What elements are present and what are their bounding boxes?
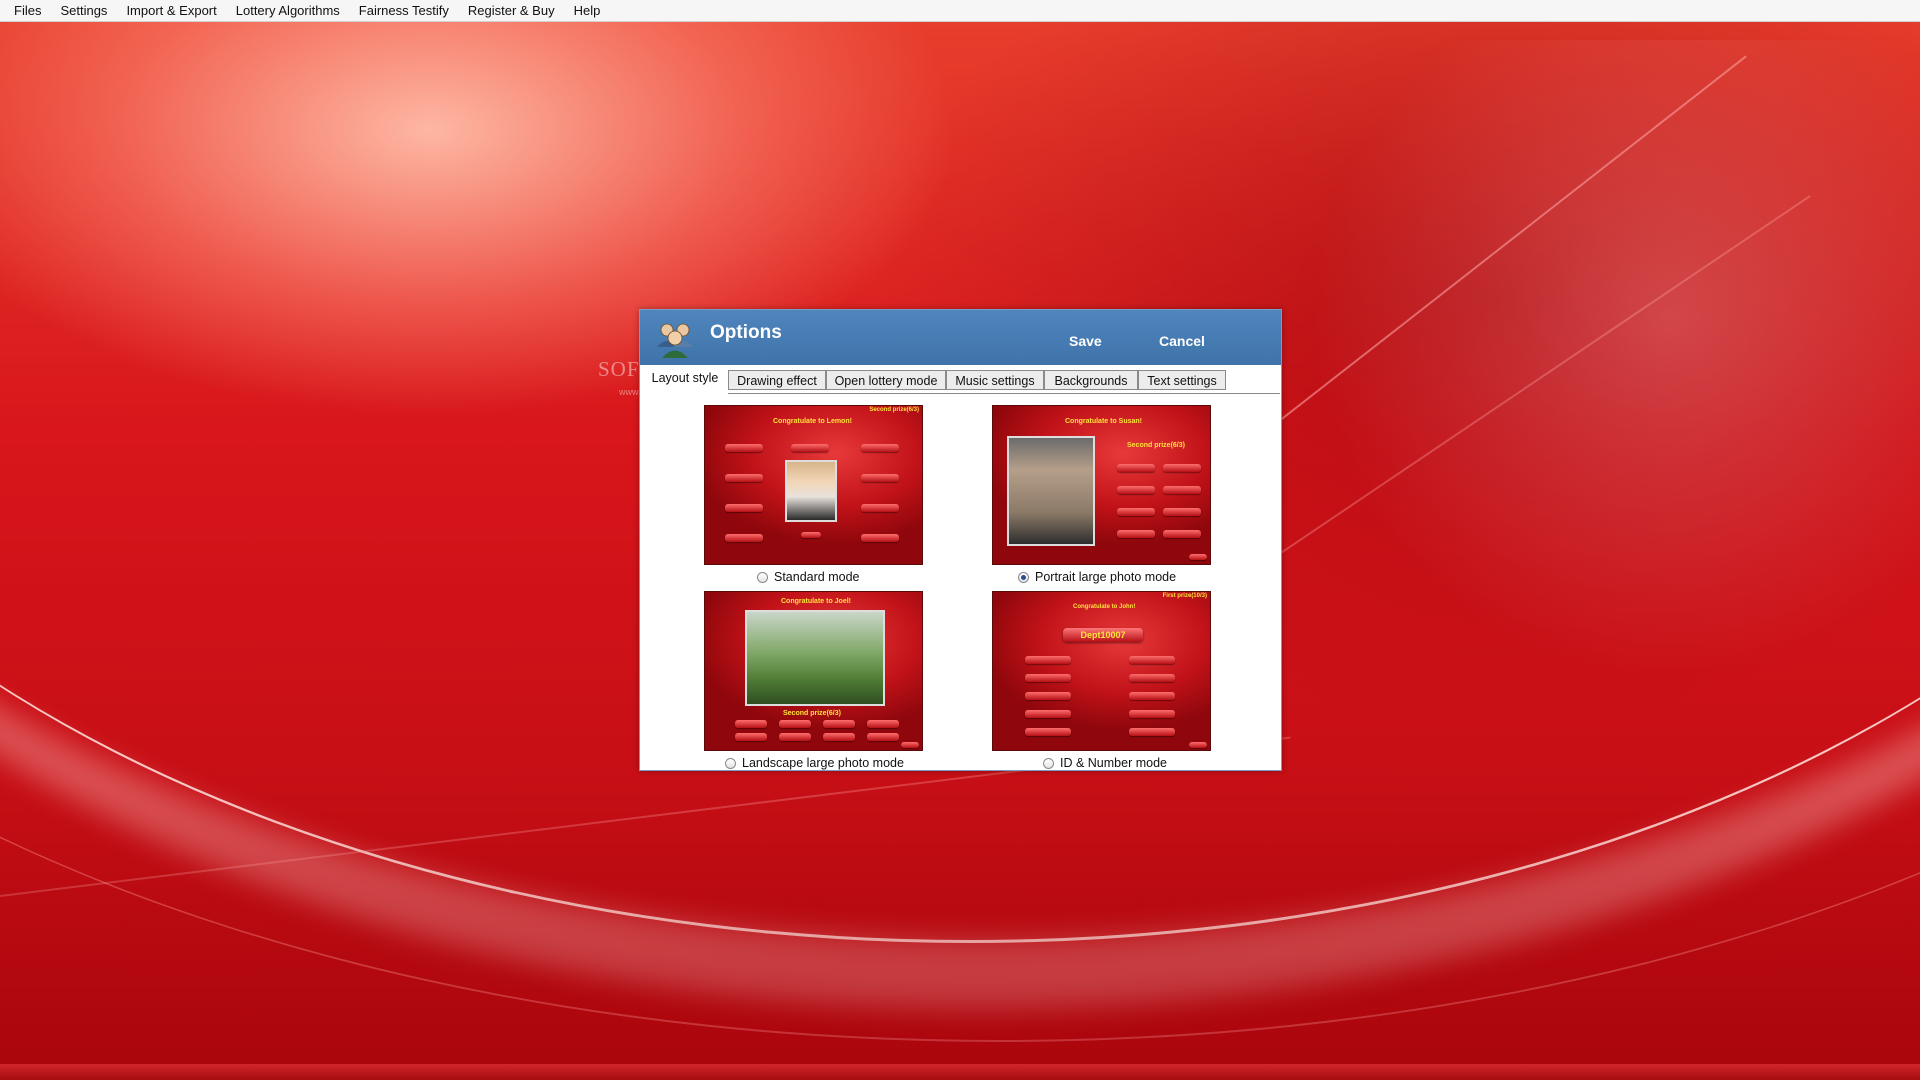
- landscape-mode-radio[interactable]: [725, 757, 736, 769]
- cancel-button[interactable]: Cancel: [1159, 333, 1205, 349]
- landscape-mode-label: Landscape large photo mode: [742, 756, 904, 770]
- portrait-photo: [1007, 436, 1095, 546]
- save-button[interactable]: Save: [1069, 333, 1102, 349]
- landscape-photo: [745, 610, 885, 706]
- preview-id-badge: Dept10007: [1063, 628, 1143, 642]
- portrait-mode-preview[interactable]: Congratulate to Susan! Second prize(6/3): [992, 405, 1211, 565]
- portrait-mode-option[interactable]: Portrait large photo mode: [1018, 570, 1176, 584]
- id-number-mode-option[interactable]: ID & Number mode: [1043, 756, 1167, 770]
- sparkle-glow: [1250, 40, 1920, 740]
- landscape-mode-preview[interactable]: Congratulate to Joel! Second prize(6/3): [704, 591, 923, 751]
- portrait-mode-label: Portrait large photo mode: [1035, 570, 1177, 584]
- preview-prize-text: First prize(10/3): [1162, 593, 1207, 599]
- tab-backgrounds[interactable]: Backgrounds: [1044, 370, 1138, 390]
- preview-banner-text: Congratulate to John!: [1073, 604, 1136, 610]
- dialog-header: Options Save Cancel: [640, 310, 1281, 365]
- menu-help[interactable]: Help: [567, 0, 609, 21]
- preview-banner-text: Congratulate to Lemon!: [773, 418, 852, 425]
- lower-shade: [0, 780, 1920, 1080]
- standard-mode-label: Standard mode: [774, 570, 860, 584]
- preview-banner-text: Congratulate to Susan!: [1065, 418, 1143, 425]
- menu-fairness-testify[interactable]: Fairness Testify: [352, 0, 457, 21]
- dialog-title: Options: [710, 322, 782, 343]
- menu-import-export[interactable]: Import & Export: [119, 0, 224, 21]
- preview-prize-text: Second prize(6/3): [1127, 442, 1185, 449]
- tab-music-settings[interactable]: Music settings: [946, 370, 1044, 390]
- tab-strip: Layout style Drawing effect Open lottery…: [640, 365, 1281, 393]
- tab-text-settings[interactable]: Text settings: [1138, 370, 1226, 390]
- id-number-mode-radio[interactable]: [1043, 757, 1054, 769]
- menu-lottery-algorithms[interactable]: Lottery Algorithms: [229, 0, 348, 21]
- bottom-bar: [0, 1064, 1920, 1080]
- id-number-mode-preview[interactable]: First prize(10/3) Congratulate to John! …: [992, 591, 1211, 751]
- preview-banner-text: Congratulate to Joel!: [781, 598, 852, 605]
- tab-layout-style[interactable]: Layout style: [642, 366, 728, 392]
- standard-mode-option[interactable]: Standard mode: [757, 570, 859, 584]
- tab-open-lottery-mode[interactable]: Open lottery mode: [826, 370, 946, 390]
- portrait-photo: [785, 460, 837, 522]
- menu-register-buy[interactable]: Register & Buy: [461, 0, 563, 21]
- portrait-mode-radio[interactable]: [1018, 571, 1029, 583]
- preview-prize-text: Second prize(6/3): [783, 710, 841, 717]
- standard-mode-preview[interactable]: Second prize(6/3) Congratulate to Lemon!: [704, 405, 923, 565]
- landscape-mode-option[interactable]: Landscape large photo mode: [725, 756, 904, 770]
- menubar: Files Settings Import & Export Lottery A…: [0, 0, 1920, 22]
- standard-mode-radio[interactable]: [757, 571, 768, 583]
- preview-prize-text: Second prize(6/3): [869, 407, 919, 413]
- id-number-mode-label: ID & Number mode: [1060, 756, 1167, 770]
- menu-files[interactable]: Files: [0, 0, 49, 21]
- users-group-icon: [657, 323, 693, 358]
- menu-settings[interactable]: Settings: [53, 0, 115, 21]
- tab-drawing-effect[interactable]: Drawing effect: [728, 370, 826, 390]
- options-dialog: Options Save Cancel Layout style Drawing…: [639, 309, 1282, 771]
- layout-style-panel: Second prize(6/3) Congratulate to Lemon!…: [640, 394, 1281, 770]
